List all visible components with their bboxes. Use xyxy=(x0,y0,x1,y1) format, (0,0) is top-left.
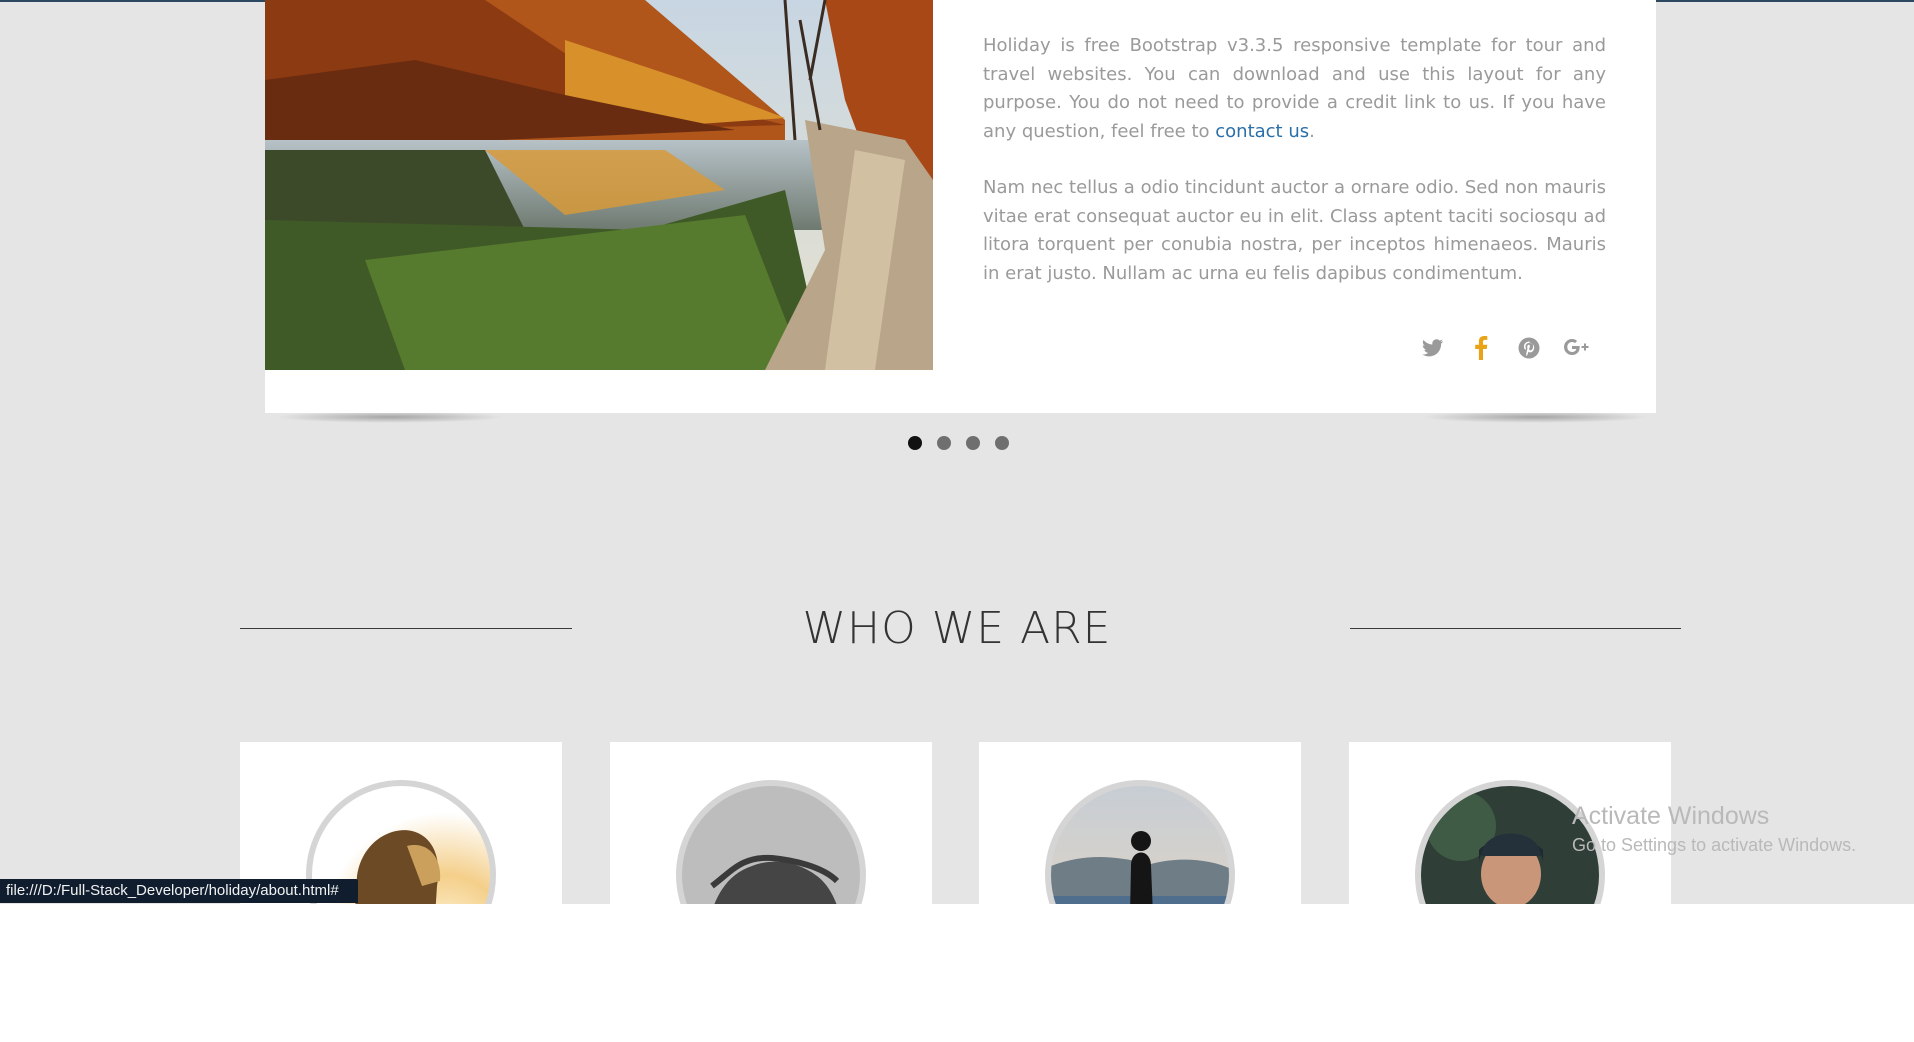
team-card-2 xyxy=(610,742,932,904)
slider-dot-3[interactable] xyxy=(966,436,980,450)
facebook-icon[interactable] xyxy=(1466,333,1496,363)
page-viewport: Holiday is free Bootstrap v3.3.5 respons… xyxy=(0,0,1914,904)
slider-paragraph-2: Nam nec tellus a odio tincidunt auctor a… xyxy=(983,177,1606,284)
slider-dot-2[interactable] xyxy=(937,436,951,450)
slider-dot-1[interactable] xyxy=(908,436,922,450)
contact-us-link[interactable]: contact us xyxy=(1215,121,1309,142)
slider-photo-autumn-lake xyxy=(265,0,933,370)
slider-paragraph-1: Holiday is free Bootstrap v3.3.5 respons… xyxy=(983,32,1606,146)
watermark-title: Activate Windows xyxy=(1572,802,1770,830)
section-title: WHO WE ARE xyxy=(802,603,1112,654)
slider-dot-4[interactable] xyxy=(995,436,1009,450)
avatar[interactable] xyxy=(676,780,866,904)
twitter-icon[interactable] xyxy=(1418,333,1448,363)
slider-description: Holiday is free Bootstrap v3.3.5 respons… xyxy=(983,32,1606,316)
avatar[interactable] xyxy=(1045,780,1235,904)
browser-status-url: file:///D:/Full-Stack_Developer/holiday/… xyxy=(0,879,358,903)
paragraph-1-end: . xyxy=(1309,120,1315,142)
google-plus-icon[interactable] xyxy=(1562,333,1592,363)
slider-pagination xyxy=(908,436,1009,450)
team-card-3 xyxy=(979,742,1301,904)
pinterest-icon[interactable] xyxy=(1514,333,1544,363)
watermark-subtitle: Go to Settings to activate Windows. xyxy=(1572,835,1857,855)
social-links xyxy=(1408,333,1592,363)
windows-activation-watermark: Activate Windows Go to Settings to activ… xyxy=(1572,800,1856,858)
